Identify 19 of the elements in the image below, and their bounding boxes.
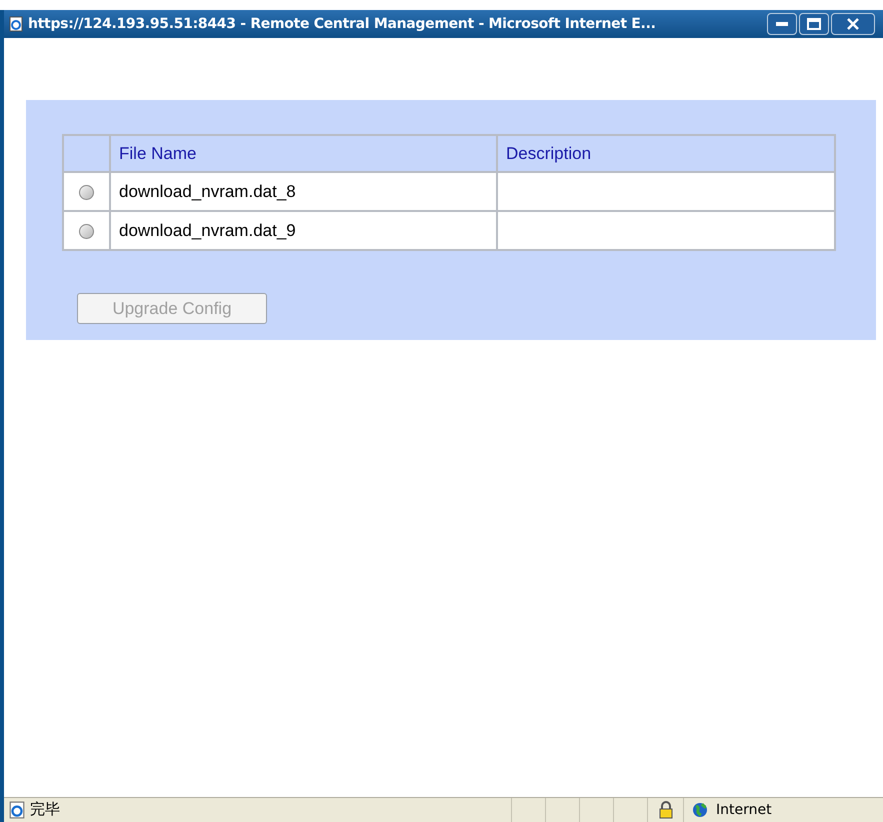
maximize-button[interactable] bbox=[799, 13, 829, 35]
close-icon bbox=[847, 18, 859, 30]
status-text: 完毕 bbox=[30, 800, 60, 820]
minimize-button[interactable] bbox=[767, 13, 797, 35]
browser-page-icon bbox=[8, 801, 26, 819]
radio-button[interactable] bbox=[79, 224, 94, 239]
browser-page-icon bbox=[8, 16, 24, 32]
table-cell: download_nvram.dat_8 bbox=[119, 182, 296, 201]
table-cell: download_nvram.dat_9 bbox=[119, 220, 296, 240]
security-zone-text: Internet bbox=[716, 800, 772, 820]
maximize-icon bbox=[807, 18, 821, 30]
column-header: Description bbox=[506, 144, 592, 163]
radio-button[interactable] bbox=[79, 184, 94, 200]
minimize-icon bbox=[776, 22, 788, 26]
padlock-icon bbox=[658, 801, 672, 819]
column-header: File Name bbox=[119, 144, 196, 163]
globe-icon bbox=[692, 802, 708, 818]
window-title: https://124.193.95.51:8443 - Remote Central Management - Microsoft Internet E... bbox=[28, 14, 656, 34]
close-button[interactable] bbox=[831, 13, 875, 35]
